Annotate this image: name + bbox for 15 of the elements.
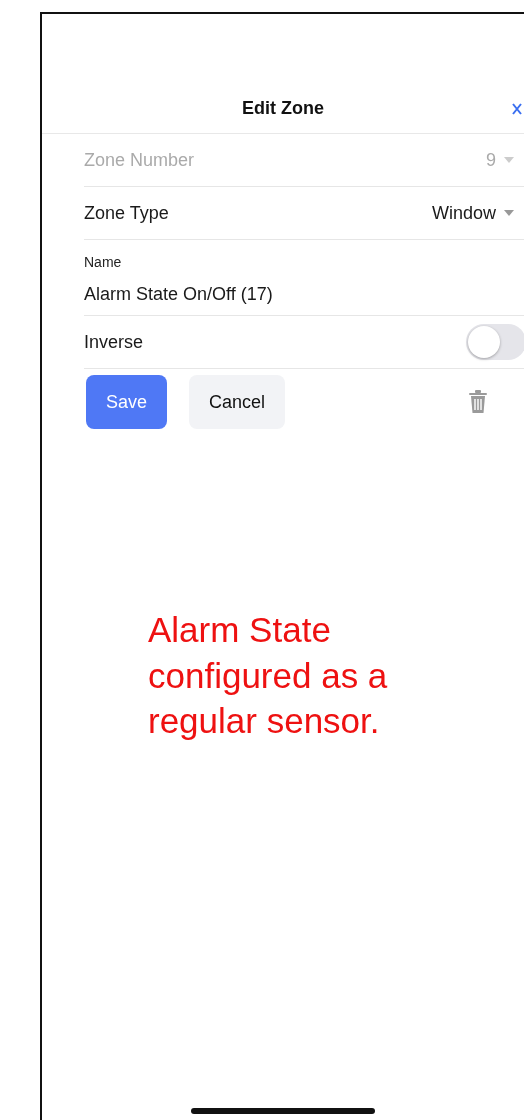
cancel-button[interactable]: Cancel <box>189 375 286 429</box>
toggle-switch[interactable] <box>466 324 524 360</box>
name-field[interactable]: Alarm State On/Off (17) <box>84 284 524 305</box>
save-button[interactable]: Save <box>86 375 168 429</box>
field-label: Zone Number <box>84 149 195 171</box>
caret-icon <box>504 157 514 163</box>
caret-icon <box>504 210 514 216</box>
close-icon[interactable] <box>512 103 522 115</box>
dropdown[interactable]: Window <box>431 202 514 224</box>
field-label: Zone Type <box>84 202 169 224</box>
field-label: Inverse <box>84 331 144 353</box>
annotation-text: Alarm State configured as a regular sensor. <box>148 609 389 742</box>
screen-title: Edit Zone <box>242 98 324 119</box>
trash-icon[interactable] <box>468 390 488 414</box>
field-label: Name <box>84 254 123 270</box>
